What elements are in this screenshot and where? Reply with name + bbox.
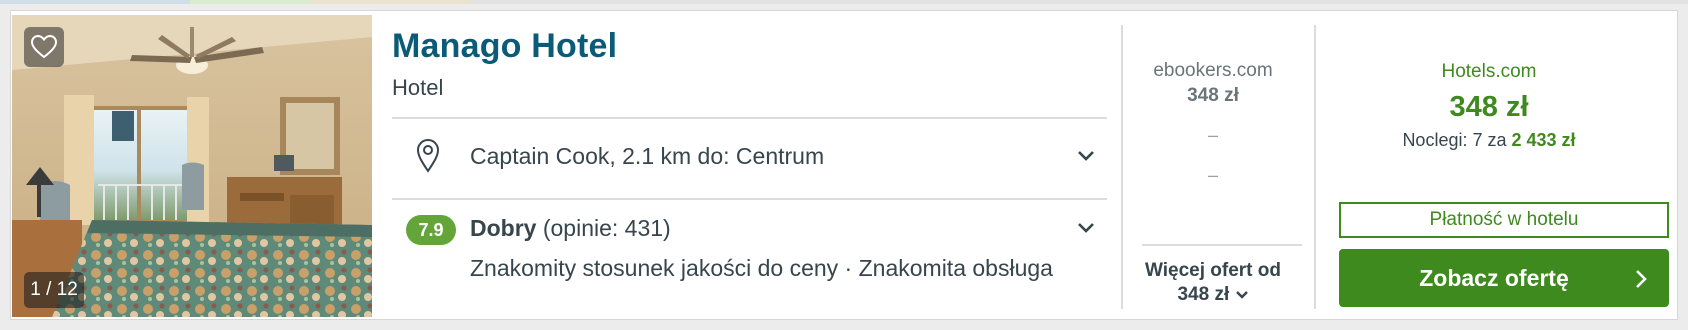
location-text: Captain Cook, 2.1 km do: Centrum [470, 143, 825, 169]
more-offers-price-line: 348 zł [1124, 283, 1302, 307]
location-pin-icon [416, 139, 440, 173]
nights-total: Noclegi: 7 za 2 433 zł [1314, 130, 1664, 151]
best-deal: Hotels.com 348 zł Noclegi: 7 za 2 433 zł… [1314, 11, 1670, 321]
rating-text: Dobry [470, 215, 537, 241]
photo-counter: 1 / 12 [24, 272, 84, 308]
best-deal-price[interactable]: 348 zł [1314, 91, 1664, 124]
top-strip [0, 0, 1688, 4]
rating-row[interactable]: 7.9 Dobry (opinie: 431) Znakomity stosun… [392, 200, 1107, 321]
chevron-down-icon [1078, 223, 1094, 233]
review-count: (opinie: 431) [542, 215, 671, 241]
hotel-name[interactable]: Manago Hotel [392, 27, 617, 66]
more-offers-label: Więcej ofert od [1144, 260, 1281, 281]
location-row[interactable]: Captain Cook, 2.1 km do: Centrum [392, 119, 1107, 198]
favorite-button[interactable] [24, 27, 64, 67]
view-deal-button[interactable]: Zobacz ofertę [1339, 249, 1669, 307]
rating-score-badge: 7.9 [406, 215, 456, 245]
review-highlights: Znakomity stosunek jakości do ceny · Zna… [470, 255, 1053, 281]
more-offers-price: 348 zł [1177, 284, 1230, 305]
deal-provider[interactable]: ebookers.com [1124, 60, 1302, 82]
rating-label: Dobry (opinie: 431) [470, 215, 671, 242]
deal-placeholder: – [1207, 125, 1218, 145]
hotel-photo[interactable]: 1 / 12 [12, 15, 372, 317]
best-deal-provider[interactable]: Hotels.com [1314, 61, 1664, 83]
hotel-result-card: 1 / 12 Manago Hotel Hotel Captain Cook, … [10, 10, 1678, 320]
column-divider [1121, 25, 1123, 309]
pay-at-hotel-badge: Płatność w hotelu [1339, 202, 1669, 238]
deal-price[interactable]: 348 zł [1124, 85, 1302, 107]
deal-placeholder: – [1207, 165, 1218, 185]
chevron-down-icon [1235, 291, 1248, 299]
nights-total-price: 2 433 zł [1511, 130, 1576, 150]
chevron-right-icon [1636, 270, 1647, 288]
divider [1142, 244, 1302, 246]
nights-prefix: Noclegi: 7 za [1402, 130, 1507, 150]
heart-icon [31, 35, 57, 59]
chevron-down-icon [1078, 151, 1094, 161]
hotel-type: Hotel [392, 75, 444, 100]
other-deals: ebookers.com 348 zł – – Więcej ofert od … [1124, 11, 1302, 321]
hotel-info: Manago Hotel Hotel Captain Cook, 2.1 km … [392, 11, 1112, 321]
more-offers-button[interactable]: Więcej ofert od 348 zł [1124, 259, 1302, 307]
view-deal-label: Zobacz ofertę [1419, 265, 1569, 291]
